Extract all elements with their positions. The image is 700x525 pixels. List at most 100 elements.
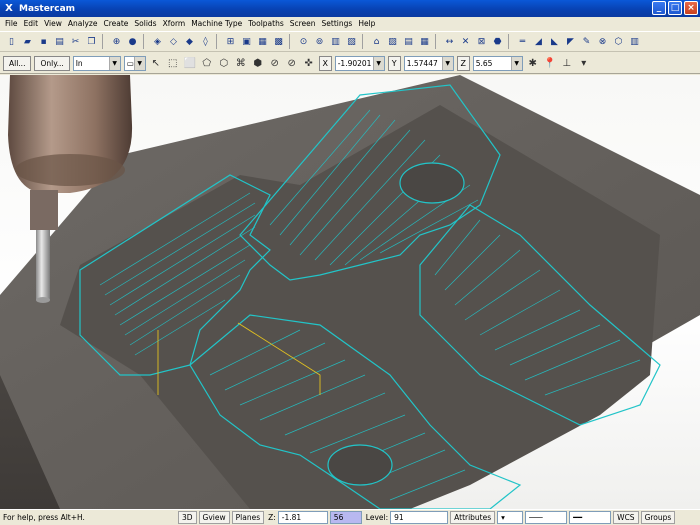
y-coordinate-label: Y: [387, 55, 401, 71]
post-icon[interactable]: ▤: [401, 34, 416, 49]
menu-create[interactable]: Create: [100, 19, 131, 28]
y-coordinate-field[interactable]: 1.57447 ▼: [403, 55, 454, 71]
mirror-icon[interactable]: ⊠: [474, 34, 489, 49]
color-field[interactable]: 56: [329, 511, 362, 524]
point-style-dropdown[interactable]: ▾: [497, 511, 524, 524]
rotate-view-icon[interactable]: ⊕: [109, 34, 124, 49]
draft-icon[interactable]: ✎: [579, 34, 594, 49]
analyze-icon[interactable]: ◣: [547, 34, 562, 49]
measure-icon[interactable]: ▥: [627, 34, 642, 49]
isometric-view-icon[interactable]: ◈: [150, 34, 165, 49]
selection-shape-dropdown[interactable]: ▭ ▼: [123, 55, 146, 71]
filter-icon[interactable]: ⊘: [268, 58, 282, 69]
status-bar: For help, press Alt+H. 3D Gview Planes Z…: [0, 509, 700, 525]
menu-analyze[interactable]: Analyze: [65, 19, 101, 28]
select-only-button[interactable]: Only...: [34, 55, 70, 71]
z-depth-label: Z:: [268, 513, 276, 522]
move-icon[interactable]: ↔: [442, 34, 457, 49]
surface-icon[interactable]: ◢: [531, 34, 546, 49]
planes-button[interactable]: Planes: [231, 511, 265, 524]
fit-icon[interactable]: ▩: [271, 34, 286, 49]
zoom-window-icon[interactable]: ⊞: [223, 34, 238, 49]
line-icon[interactable]: ═: [515, 34, 530, 49]
menu-file[interactable]: File: [2, 19, 21, 28]
wcs-button[interactable]: WCS: [613, 511, 639, 524]
close-button[interactable]: ×: [684, 1, 698, 15]
zoom-in-icon[interactable]: ▣: [239, 34, 254, 49]
chevron-down-icon: ▼: [372, 56, 384, 70]
menu-view[interactable]: View: [41, 19, 65, 28]
verify-icon[interactable]: ▨: [385, 34, 400, 49]
vector-select-icon[interactable]: ⬡: [217, 58, 231, 69]
menu-screen[interactable]: Screen: [287, 19, 319, 28]
copy-icon[interactable]: ❐: [84, 34, 99, 49]
menu-edit[interactable]: Edit: [21, 19, 42, 28]
pin-icon[interactable]: 📍: [543, 58, 557, 69]
print-icon[interactable]: ▤: [52, 34, 67, 49]
polygon-select-icon[interactable]: ⬠: [200, 58, 214, 69]
round-pocket-top: [399, 162, 465, 204]
menu-solids[interactable]: Solids: [131, 19, 159, 28]
xform-icon[interactable]: ✕: [458, 34, 473, 49]
line-width-dropdown[interactable]: ━━: [569, 511, 612, 524]
chain-icon[interactable]: ⬚: [166, 58, 180, 69]
menu-machine-type[interactable]: Machine Type: [188, 19, 245, 28]
solid-select-icon[interactable]: ⬢: [251, 58, 265, 69]
sweep-icon[interactable]: ◤: [563, 34, 578, 49]
selection-mode-dropdown[interactable]: In ▼: [72, 55, 121, 71]
verify-select-icon[interactable]: ⌘: [234, 58, 248, 69]
pocket-icon[interactable]: ▥: [328, 34, 343, 49]
pointer-icon[interactable]: ↖: [149, 58, 163, 69]
toolpath-scene: [0, 75, 700, 509]
level-field[interactable]: 91: [390, 511, 449, 524]
autocursor-icon[interactable]: ✜: [302, 58, 316, 69]
select-all-button[interactable]: All...: [3, 55, 32, 71]
toolbar-separator: [143, 34, 147, 49]
attributes-button[interactable]: Attributes: [450, 511, 496, 524]
menu-help[interactable]: Help: [355, 19, 378, 28]
chevron-down-icon: ▼: [108, 56, 120, 70]
chevron-down-icon[interactable]: ▾: [577, 58, 591, 69]
graphics-viewport[interactable]: [0, 75, 700, 509]
line-style-dropdown[interactable]: ───: [525, 511, 568, 524]
new-file-icon[interactable]: ▯: [4, 34, 19, 49]
y-coordinate-value: 1.57447: [406, 58, 438, 68]
gview-button[interactable]: Gview: [198, 511, 230, 524]
minimize-button[interactable]: _: [652, 1, 666, 15]
regen-icon[interactable]: ▦: [417, 34, 432, 49]
toolpath-icon[interactable]: ⊙: [296, 34, 311, 49]
origin-icon[interactable]: ⊥: [560, 58, 574, 69]
view-3d-button[interactable]: 3D: [178, 511, 197, 524]
rotate-icon[interactable]: ⬣: [490, 34, 505, 49]
save-icon[interactable]: ▪: [36, 34, 51, 49]
menu-xform[interactable]: Xform: [160, 19, 189, 28]
fillet-icon[interactable]: ⊗: [595, 34, 610, 49]
level-label: Level:: [365, 513, 389, 522]
chevron-down-icon: ▼: [133, 56, 145, 70]
cut-icon[interactable]: ✂: [68, 34, 83, 49]
x-coordinate-field[interactable]: -1.90201 ▼: [334, 55, 385, 71]
z-coordinate-field[interactable]: 5.65 ▼: [472, 55, 523, 71]
chevron-down-icon: ▼: [510, 56, 522, 70]
menu-settings[interactable]: Settings: [319, 19, 356, 28]
solid-icon[interactable]: ⬡: [611, 34, 626, 49]
menu-toolpaths[interactable]: Toolpaths: [245, 19, 287, 28]
drill-icon[interactable]: ▧: [344, 34, 359, 49]
gear-icon[interactable]: ✱: [526, 58, 540, 69]
shading-icon[interactable]: ●: [125, 34, 140, 49]
zoom-out-icon[interactable]: ▦: [255, 34, 270, 49]
top-view-icon[interactable]: ◇: [166, 34, 181, 49]
window-select-icon[interactable]: ⬜: [183, 58, 197, 69]
front-view-icon[interactable]: ◆: [182, 34, 197, 49]
toolbar-separator: [435, 34, 439, 49]
toolbar-separator: [362, 34, 366, 49]
groups-button[interactable]: Groups: [640, 511, 676, 524]
backplot-icon[interactable]: ⌂: [369, 34, 384, 49]
open-file-icon[interactable]: ▰: [20, 34, 35, 49]
contour-icon[interactable]: ⊚: [312, 34, 327, 49]
side-view-icon[interactable]: ◊: [198, 34, 213, 49]
maximize-button[interactable]: □: [668, 1, 682, 15]
no-select-icon[interactable]: ⊘: [285, 58, 299, 69]
z-depth-field[interactable]: -1.81: [277, 511, 328, 524]
toolbar-separator: [508, 34, 512, 49]
